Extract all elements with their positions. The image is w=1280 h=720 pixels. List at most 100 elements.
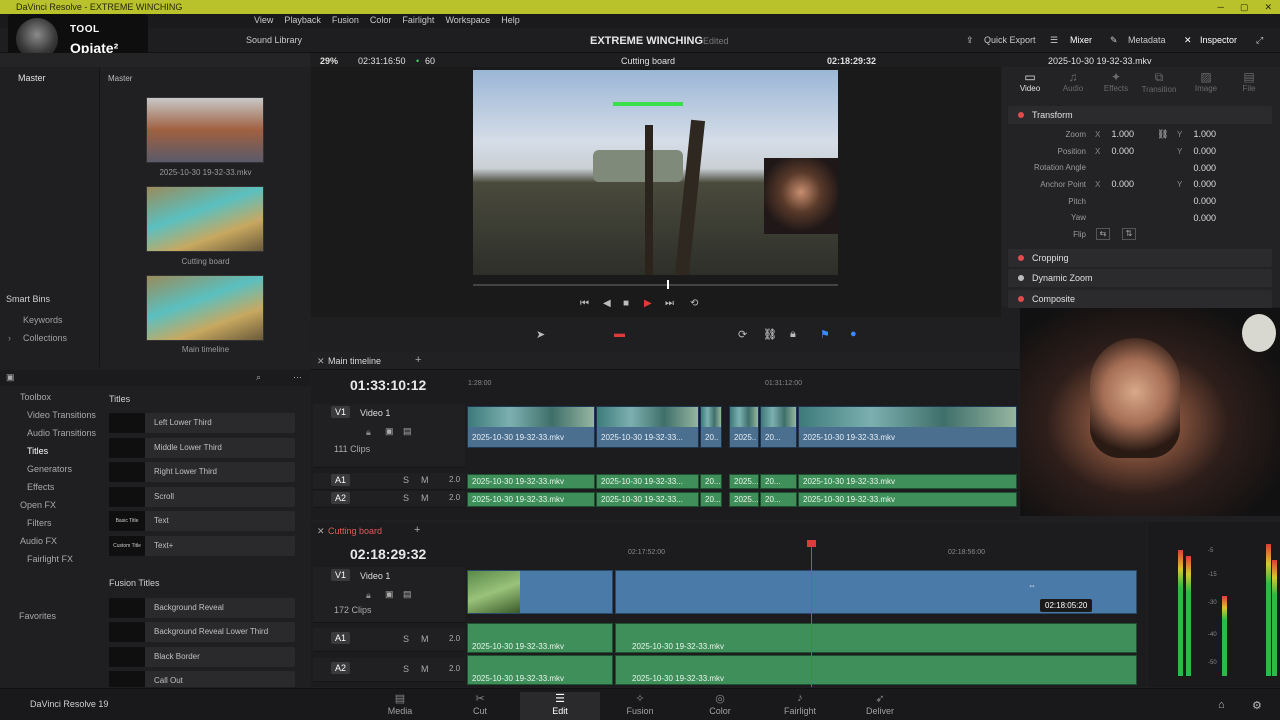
stop-icon[interactable]: ■ [623,298,629,309]
audio-clip[interactable]: 2025... [729,474,759,489]
timeline-clip[interactable] [467,570,613,614]
audio-clip[interactable]: 2025-10-30 19-32-33... [596,492,699,507]
lock-icon[interactable]: 🔒︎ [790,328,796,341]
zoom-y-field[interactable]: 1.000 [1176,129,1216,139]
inspector-icon[interactable]: ✕ [1184,35,1192,46]
rotation-field[interactable]: 0.000 [1176,163,1216,173]
timeline-clip[interactable]: 2025-10-30 19-32-33... [596,406,699,448]
search-icon[interactable]: ⌕ [256,372,261,383]
category-toolbox[interactable]: Toolbox [20,392,51,402]
blade-tool-icon[interactable]: ▬ [614,328,625,340]
track-tag[interactable]: A1 [331,632,351,644]
menu-workspace[interactable]: Workspace [445,15,490,25]
solo-button[interactable]: S [403,634,409,644]
more-options-icon[interactable]: ⋯ [293,372,302,383]
audio-clip[interactable]: 2025-10-30 19-32-33.mkv [798,474,1017,489]
page-cut[interactable]: ✂ Cut [450,692,510,716]
fusion-title-item[interactable]: Background Reveal Lower Third [109,622,295,642]
category-titles[interactable]: Titles [27,446,48,456]
category-audio-fx[interactable]: Audio FX [20,536,57,546]
inspector-button[interactable]: Inspector [1200,35,1237,45]
zoom-level[interactable]: 29% [320,56,338,66]
flip-horizontal-icon[interactable]: ⇆ [1096,228,1110,240]
home-icon[interactable]: ⌂ [1218,699,1225,711]
audio-clip[interactable]: 2025-10-30 19-32-33.mkv [467,492,595,507]
position-y-field[interactable]: 0.000 [1176,146,1216,156]
section-dynamic-zoom[interactable]: Dynamic Zoom [1008,269,1272,287]
mute-button[interactable]: M [421,475,429,485]
mute-button[interactable]: M [421,493,429,503]
mute-button[interactable]: M [421,634,429,644]
clip-thumbnail[interactable] [146,97,264,163]
menu-playback[interactable]: Playback [284,15,321,25]
upload-icon[interactable]: ⇪ [966,35,974,46]
enable-dot[interactable] [1018,112,1024,118]
menu-color[interactable]: Color [370,15,392,25]
mixer-icon[interactable]: ☰ [1050,35,1058,46]
minimize-icon[interactable]: ─ [1218,0,1224,14]
add-tab-icon[interactable]: + [414,524,420,536]
anchor-y-field[interactable]: 0.000 [1176,179,1216,189]
section-cropping[interactable]: Cropping [1008,249,1272,267]
panel-toggle-icon[interactable]: ▣ [6,372,15,383]
menu-help[interactable]: Help [501,15,520,25]
track-camera-icon[interactable]: ▣ [385,589,394,600]
play-reverse-icon[interactable]: ◀ [603,298,611,309]
page-edit[interactable]: ☰ Edit [520,692,600,720]
loop-icon[interactable]: ⟲ [690,298,698,309]
category-filters[interactable]: Filters [27,518,52,528]
track-lock-icon[interactable]: 🔒︎ [366,590,371,601]
track-visible-icon[interactable]: ▤ [403,426,412,437]
tab-effects[interactable]: ✦ Effects [1096,70,1136,93]
position-x-field[interactable]: 0.000 [1094,146,1134,156]
timeline-clip[interactable]: 2025... [729,406,759,448]
category-open-fx[interactable]: Open FX [20,500,56,510]
close-tab-icon[interactable]: ✕ [317,356,325,367]
track-tag[interactable]: A2 [331,492,351,504]
title-item[interactable]: Custom Title Text+ [109,536,295,556]
track-lock-icon[interactable]: 🔒︎ [366,427,371,438]
category-generators[interactable]: Generators [27,464,72,474]
marker-icon[interactable]: ● [850,328,857,340]
jump-start-icon[interactable]: ⏮ [580,298,589,309]
page-color[interactable]: ◎ Color [690,692,750,716]
audio-clip[interactable]: 2025-10-30 19-32-33.mkv [615,655,1137,685]
metadata-icon[interactable]: ✎ [1110,35,1118,46]
title-item[interactable]: Middle Lower Third [109,438,295,458]
jump-end-icon[interactable]: ⏭ [665,298,674,309]
solo-button[interactable]: S [403,664,409,674]
category-audio-transitions[interactable]: Audio Transitions [27,428,96,438]
pitch-field[interactable]: 0.000 [1176,196,1216,206]
page-fairlight[interactable]: ♪ Fairlight [770,692,830,716]
timeline-clip[interactable]: 20... [700,406,722,448]
play-icon[interactable]: ▶ [644,298,652,309]
fusion-title-item[interactable]: Call Out [109,671,295,687]
menu-fusion[interactable]: Fusion [332,15,359,25]
flag-icon[interactable]: ⚑ [820,328,830,341]
track-tag[interactable]: A2 [331,662,351,674]
audio-clip[interactable]: 2025-10-30 19-32-33.mkv [467,623,613,653]
clip-thumbnail[interactable] [146,186,264,252]
anchor-x-field[interactable]: 0.000 [1094,179,1134,189]
track-visible-icon[interactable]: ▤ [403,589,412,600]
page-fusion[interactable]: ✧ Fusion [610,692,670,716]
menu-fairlight[interactable]: Fairlight [402,15,434,25]
flip-vertical-icon[interactable]: ⇅ [1122,228,1136,240]
track-tag[interactable]: V1 [331,406,351,418]
solo-button[interactable]: S [403,493,409,503]
link-icon[interactable]: ⛓ [763,328,777,341]
category-effects[interactable]: Effects [27,482,54,492]
tab-video[interactable]: ▭ Video [1010,70,1050,93]
category-fairlight-fx[interactable]: Fairlight FX [27,554,73,564]
title-item[interactable]: Basic Title Text [109,511,295,531]
snapping-icon[interactable]: ⟳ [738,328,747,341]
audio-clip[interactable]: 20... [760,474,797,489]
page-media[interactable]: ▤ Media [370,692,430,716]
add-tab-icon[interactable]: + [415,354,421,366]
timeline-playhead[interactable] [811,540,812,687]
audio-clip[interactable]: 20... [700,474,722,489]
solo-button[interactable]: S [403,475,409,485]
close-tab-icon[interactable]: ✕ [317,526,325,537]
quick-export-button[interactable]: Quick Export [984,35,1036,45]
viewer-scrub-bar[interactable] [473,284,838,286]
